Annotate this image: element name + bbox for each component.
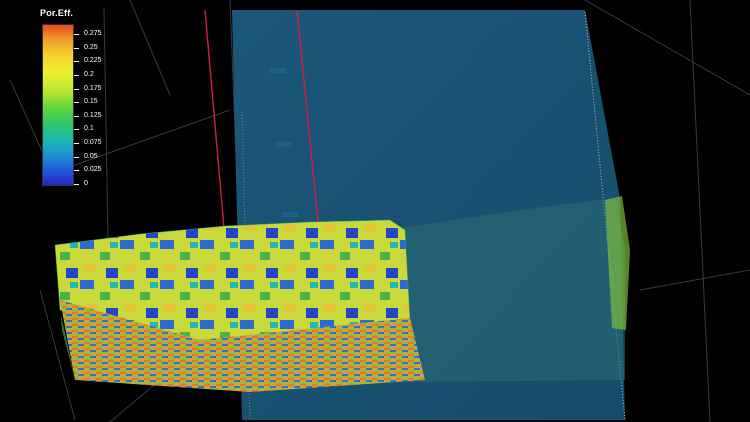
legend-tick (74, 61, 79, 63)
color-scale-bar (42, 24, 74, 186)
legend-tick (74, 184, 79, 185)
legend-tick-label: 0.075 (84, 139, 102, 147)
legend-tick (74, 115, 79, 117)
legend-tick-label: 0.15 (84, 98, 98, 106)
legend-tick (74, 34, 79, 35)
legend-tick (74, 47, 79, 49)
legend-tick (74, 156, 79, 158)
legend-tick (74, 88, 79, 90)
depth-label: 9600 (282, 212, 298, 219)
legend-tick (74, 129, 79, 131)
legend-tick (74, 170, 79, 172)
legend-tick-label: 0.175 (84, 84, 102, 92)
legend-tick (74, 102, 79, 104)
legend-tick-label: 0 (84, 180, 88, 187)
well-track (204, 9, 225, 229)
depth-label: 8000 (270, 68, 286, 75)
legend-tick-label: 0.05 (84, 152, 98, 160)
legend-tick-label: 0.225 (84, 57, 102, 65)
3d-viewport[interactable] (0, 0, 750, 422)
scene-canvas[interactable] (0, 0, 750, 422)
legend-tick-label: 0.2 (84, 70, 94, 78)
legend-tick-label: 0.125 (84, 111, 102, 119)
legend-tick-label: 0.25 (84, 43, 98, 51)
legend-tick-label: 0.275 (84, 30, 102, 37)
legend-tick-label: 0.025 (84, 166, 102, 174)
legend-tick (74, 143, 79, 145)
legend-tick-label: 0.1 (84, 125, 94, 133)
legend-tick (74, 74, 79, 76)
depth-label: 8800 (276, 142, 292, 149)
legend-title: Por.Eff. (40, 8, 74, 18)
